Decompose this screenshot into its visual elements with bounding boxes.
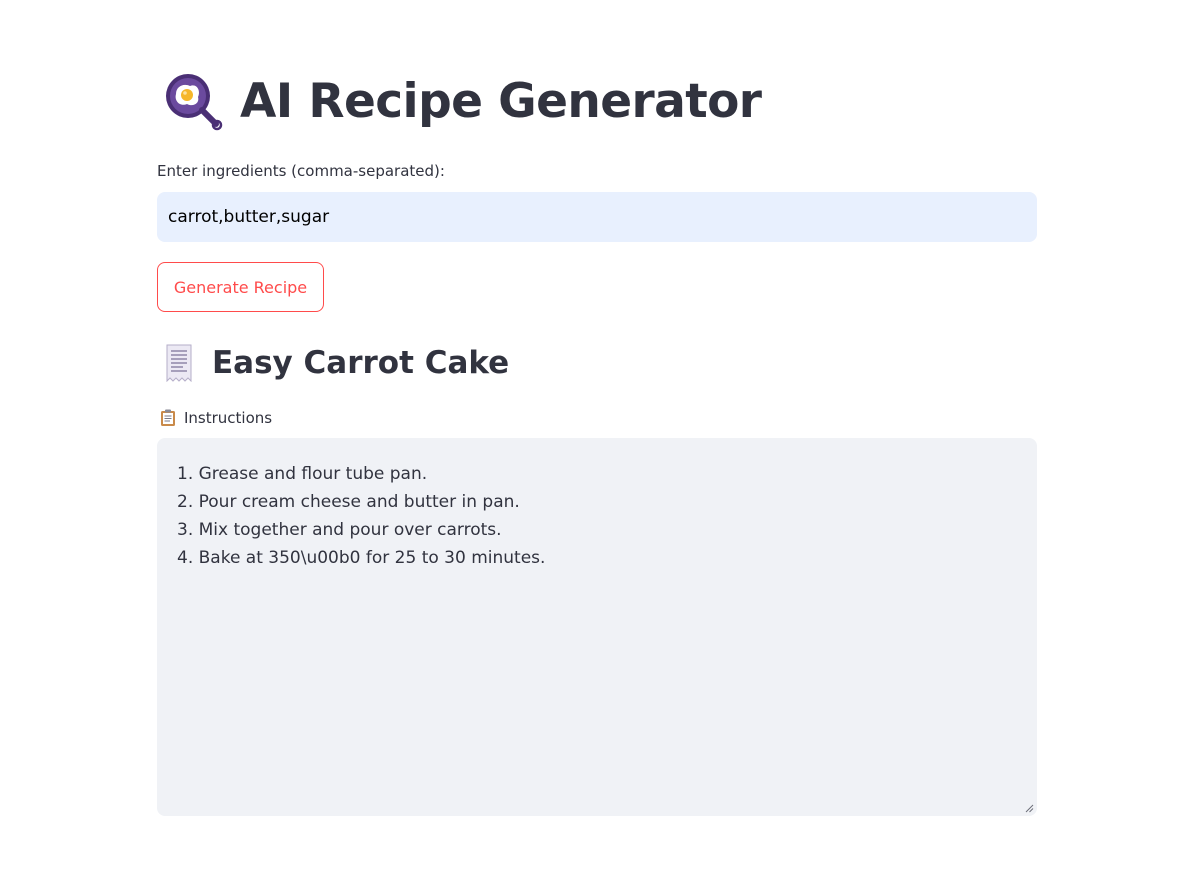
receipt-icon — [166, 344, 192, 382]
instruction-line: 2. Pour cream cheese and butter in pan. — [177, 492, 520, 512]
instructions-textarea[interactable]: 1. Grease and flour tube pan. 2. Pour cr… — [157, 438, 1037, 816]
page-title: AI Recipe Generator — [240, 73, 762, 129]
instructions-label-row: Instructions — [160, 409, 272, 427]
clipboard-icon — [161, 409, 175, 426]
frying-pan-icon — [166, 74, 223, 131]
recipe-header: Easy Carrot Cake — [162, 344, 509, 382]
instruction-line: 3. Mix together and pour over carrots. — [177, 520, 502, 540]
instructions-label: Instructions — [184, 409, 273, 427]
resize-handle-icon[interactable] — [1025, 804, 1034, 813]
app-page: AI Recipe Generator Enter ingredients (c… — [0, 0, 1192, 892]
instruction-line: 1. Grease and flour tube pan. — [177, 464, 428, 484]
ingredients-input[interactable] — [157, 192, 1037, 242]
ingredients-label: Enter ingredients (comma-separated): — [157, 162, 445, 180]
generate-recipe-button[interactable]: Generate Recipe — [157, 262, 324, 312]
page-header: AI Recipe Generator — [162, 70, 762, 132]
recipe-title: Easy Carrot Cake — [212, 344, 510, 381]
instruction-line: 4. Bake at 350\u00b0 for 25 to 30 minute… — [177, 548, 546, 568]
